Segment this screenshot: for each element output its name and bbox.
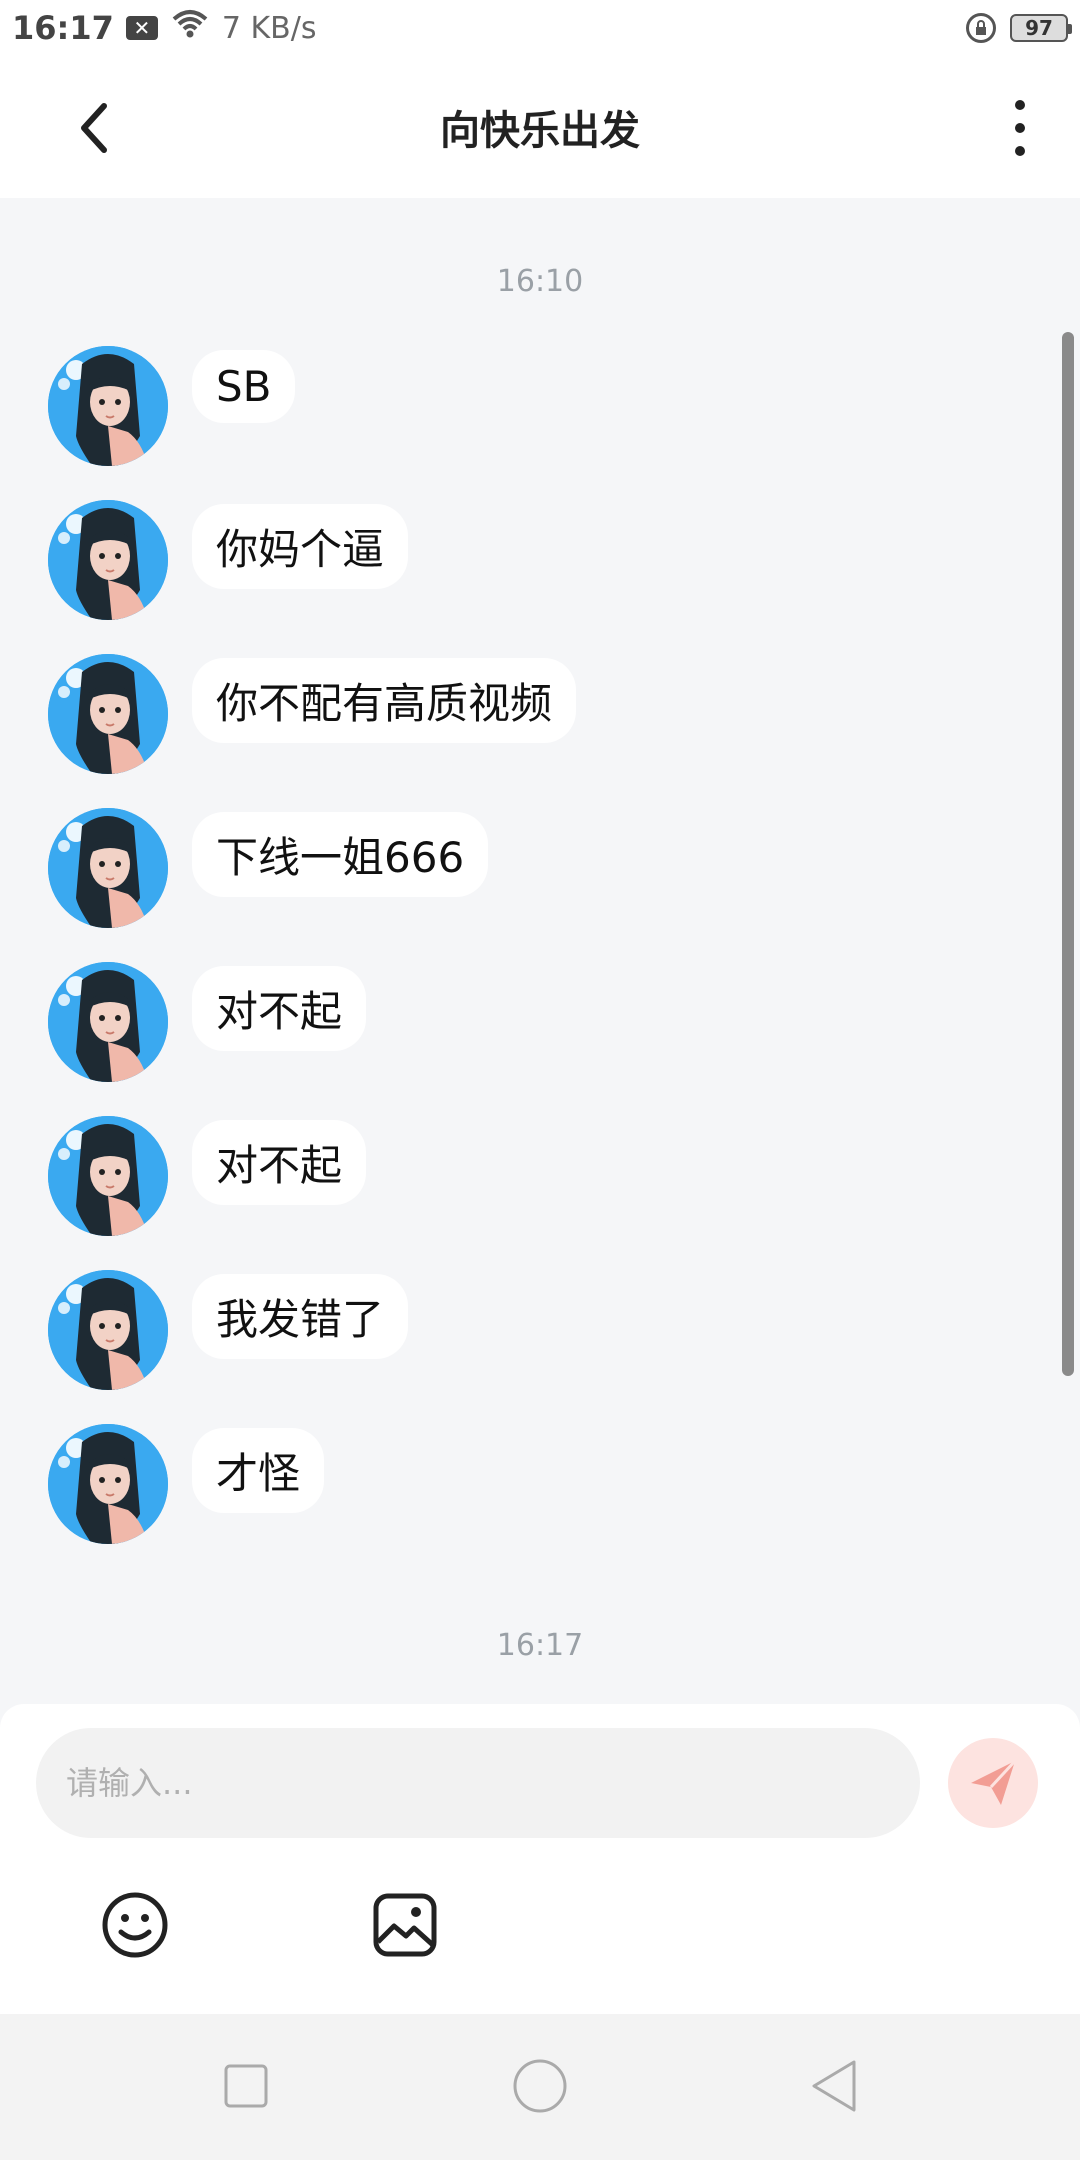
- chevron-left-icon: [81, 103, 107, 153]
- message-bubble[interactable]: 对不起: [192, 1120, 367, 1205]
- message-row: 对不起: [48, 1116, 367, 1236]
- status-time: 16:17: [12, 9, 114, 47]
- back-button[interactable]: [62, 96, 126, 160]
- battery-indicator: 97: [1010, 14, 1072, 42]
- message-row: 你妈个逼: [48, 500, 409, 620]
- avatar[interactable]: [48, 1116, 168, 1236]
- notification-x-icon: ✕: [125, 16, 158, 40]
- timestamp-separator: 16:17: [496, 1628, 584, 1663]
- page-title: 向快乐出发: [440, 108, 640, 154]
- more-dot: [1015, 123, 1025, 133]
- message-row: 下线一姐666: [48, 808, 489, 928]
- system-back-button[interactable]: [802, 2054, 866, 2118]
- message-input-container[interactable]: [36, 1728, 920, 1838]
- image-icon: [373, 1893, 437, 1957]
- send-button[interactable]: [948, 1738, 1038, 1828]
- message-bubble[interactable]: 下线一姐666: [192, 812, 489, 897]
- avatar[interactable]: [48, 500, 168, 620]
- chat-area[interactable]: 16:10 SB 你妈个逼 你不配有高质视频 下线一姐666 对不起 对不起 我…: [0, 198, 1080, 1704]
- message-row: 才怪: [48, 1424, 325, 1544]
- message-bubble[interactable]: SB: [192, 350, 296, 423]
- message-row: 我发错了: [48, 1270, 409, 1390]
- system-nav-bar: [0, 2014, 1080, 2160]
- network-speed: 7 KB/s: [221, 10, 317, 46]
- wifi-icon: [170, 9, 210, 47]
- rotation-lock-icon: [966, 13, 996, 43]
- message-bubble[interactable]: 才怪: [192, 1428, 325, 1513]
- message-bubble[interactable]: 你妈个逼: [192, 504, 409, 589]
- circle-icon: [513, 2059, 567, 2113]
- message-row: 对不起: [48, 962, 367, 1082]
- send-icon: [971, 1759, 1017, 1805]
- avatar[interactable]: [48, 1424, 168, 1544]
- avatar[interactable]: [48, 346, 168, 466]
- message-bubble[interactable]: 我发错了: [192, 1274, 409, 1359]
- emoji-button[interactable]: [100, 1890, 170, 1960]
- avatar[interactable]: [48, 962, 168, 1082]
- scrollbar[interactable]: [1062, 332, 1074, 1376]
- status-bar: 16:17 ✕ 7 KB/s 97: [0, 0, 1080, 56]
- image-button[interactable]: [370, 1890, 440, 1960]
- chat-header: 向快乐出发: [0, 56, 1080, 198]
- square-icon: [224, 2064, 268, 2108]
- emoji-icon: [102, 1892, 168, 1958]
- message-input[interactable]: [64, 1763, 892, 1803]
- timestamp-separator: 16:10: [496, 264, 584, 299]
- message-bubble[interactable]: 对不起: [192, 966, 367, 1051]
- more-vertical-icon: [1015, 100, 1025, 110]
- recent-apps-button[interactable]: [214, 2054, 278, 2118]
- more-dot: [1015, 146, 1025, 156]
- message-row: SB: [48, 346, 296, 466]
- message-composer: [0, 1704, 1080, 2014]
- avatar[interactable]: [48, 808, 168, 928]
- more-options-button[interactable]: [1000, 96, 1040, 160]
- avatar[interactable]: [48, 1270, 168, 1390]
- triangle-back-icon: [812, 2060, 856, 2112]
- avatar[interactable]: [48, 654, 168, 774]
- home-button[interactable]: [508, 2054, 572, 2118]
- message-bubble[interactable]: 你不配有高质视频: [192, 658, 577, 743]
- message-row: 你不配有高质视频: [48, 654, 577, 774]
